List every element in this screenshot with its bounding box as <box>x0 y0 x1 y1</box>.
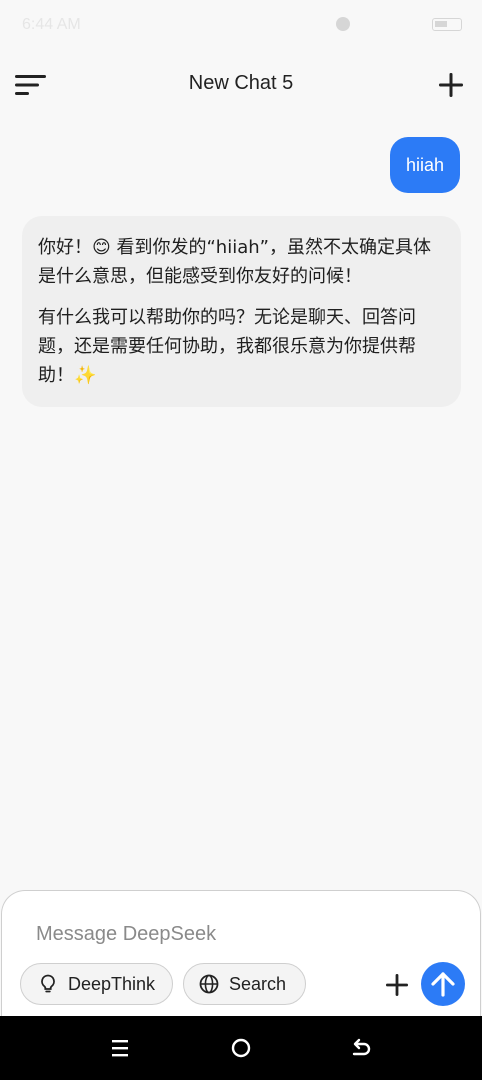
chat-header: New Chat 5 <box>0 60 482 110</box>
plus-icon <box>439 73 463 97</box>
recent-apps-icon <box>112 1040 128 1057</box>
search-toggle[interactable]: Search <box>183 963 306 1005</box>
mute-icon <box>360 17 374 31</box>
status-bar: 6:44 AM <box>0 0 482 50</box>
assistant-message-paragraph: 有什么我可以帮助你的吗？无论是聊天、回答问题，还是需要任何协助，我都很乐意为你提… <box>38 307 416 386</box>
app-screen: 6:44 AM New Chat 5 hiiah 你好！😊 看到你发的“hiia… <box>0 0 482 1080</box>
wifi-icon <box>408 17 422 31</box>
assistant-message-bubble[interactable]: 你好！😊 看到你发的“hiiah”，虽然不太确定具体是什么意思，但能感受到你友好… <box>22 216 461 407</box>
status-time: 6:44 AM <box>22 16 81 33</box>
send-button[interactable] <box>421 962 465 1006</box>
signal-icon <box>384 17 398 31</box>
arrow-up-icon <box>431 972 455 997</box>
system-nav-bar <box>0 1016 482 1080</box>
deepthink-label: DeepThink <box>68 973 156 994</box>
plus-icon <box>386 974 408 996</box>
home-button[interactable] <box>229 1036 253 1060</box>
user-message-bubble[interactable]: hiiah <box>389 137 460 193</box>
recent-apps-button[interactable] <box>108 1036 132 1060</box>
attach-button[interactable] <box>383 971 411 999</box>
deepthink-toggle[interactable]: DeepThink <box>20 963 173 1005</box>
back-arrow-icon <box>352 1038 371 1056</box>
assistant-message-paragraph: 你好！😊 看到你发的“hiiah”，虽然不太确定具体是什么意思，但能感受到你友好… <box>38 237 431 287</box>
alarm-icon <box>336 17 350 31</box>
message-composer: DeepThink Search <box>1 890 481 1016</box>
page-title: New Chat 5 <box>188 72 294 94</box>
back-button[interactable] <box>349 1036 373 1060</box>
status-icons <box>336 17 462 31</box>
battery-icon <box>432 17 462 31</box>
home-circle-icon <box>231 1038 251 1058</box>
message-input[interactable] <box>36 919 416 949</box>
search-label: Search <box>229 973 287 994</box>
lightbulb-icon <box>37 973 59 995</box>
new-chat-button[interactable] <box>436 70 466 100</box>
globe-icon <box>198 973 220 995</box>
